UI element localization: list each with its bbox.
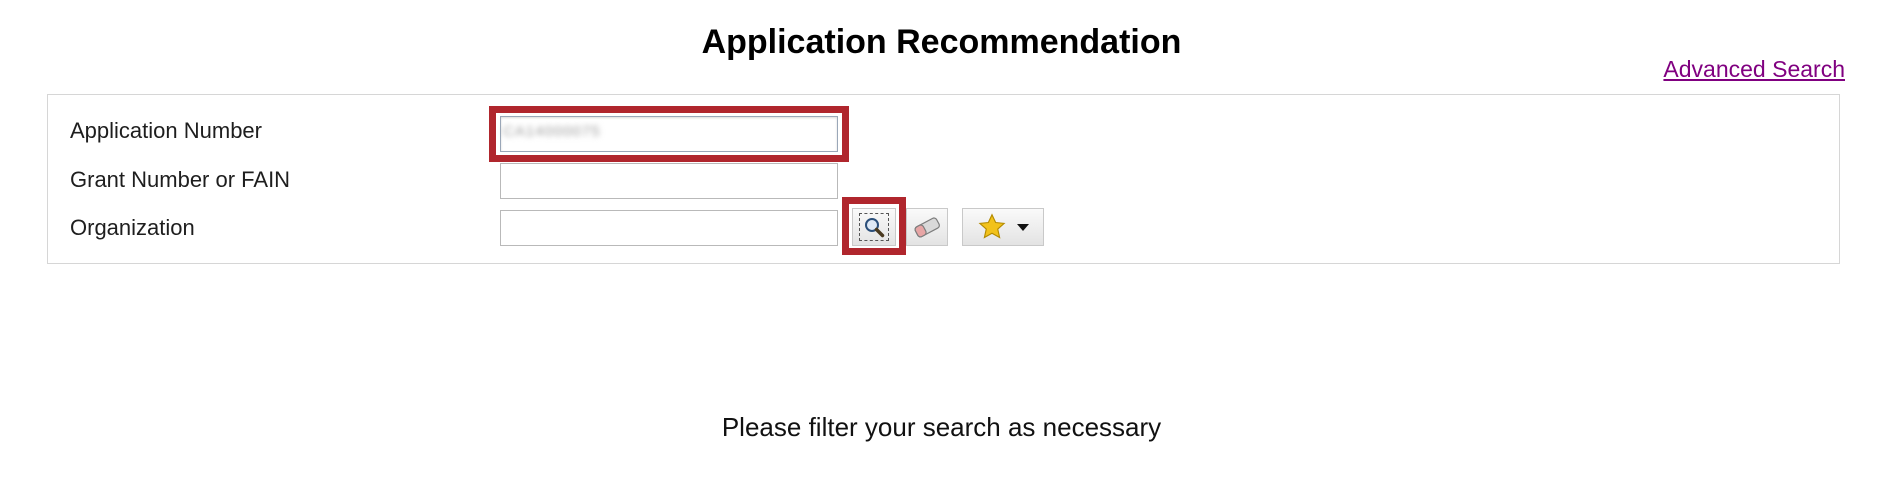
organization-label: Organization — [70, 215, 195, 240]
eraser-icon — [914, 217, 940, 238]
grant-number-label: Grant Number or FAIN — [70, 167, 291, 192]
application-number-input[interactable] — [500, 116, 838, 152]
application-number-label: Application Number — [70, 118, 262, 143]
favorites-dropdown-button[interactable] — [962, 208, 1044, 246]
organization-lookup-button[interactable] — [852, 208, 896, 246]
page-title: Application Recommendation — [701, 23, 1182, 61]
star-icon — [978, 213, 1006, 239]
advanced-search-link[interactable]: Advanced Search — [1663, 56, 1845, 83]
chevron-down-icon — [1017, 223, 1029, 231]
lookup-focus-ring — [859, 213, 889, 241]
organization-input[interactable] — [500, 210, 838, 246]
grant-number-input[interactable] — [500, 163, 838, 199]
clear-button[interactable] — [906, 208, 948, 246]
filter-message: Please filter your search as necessary — [721, 412, 1162, 442]
magnifier-icon — [865, 218, 885, 238]
